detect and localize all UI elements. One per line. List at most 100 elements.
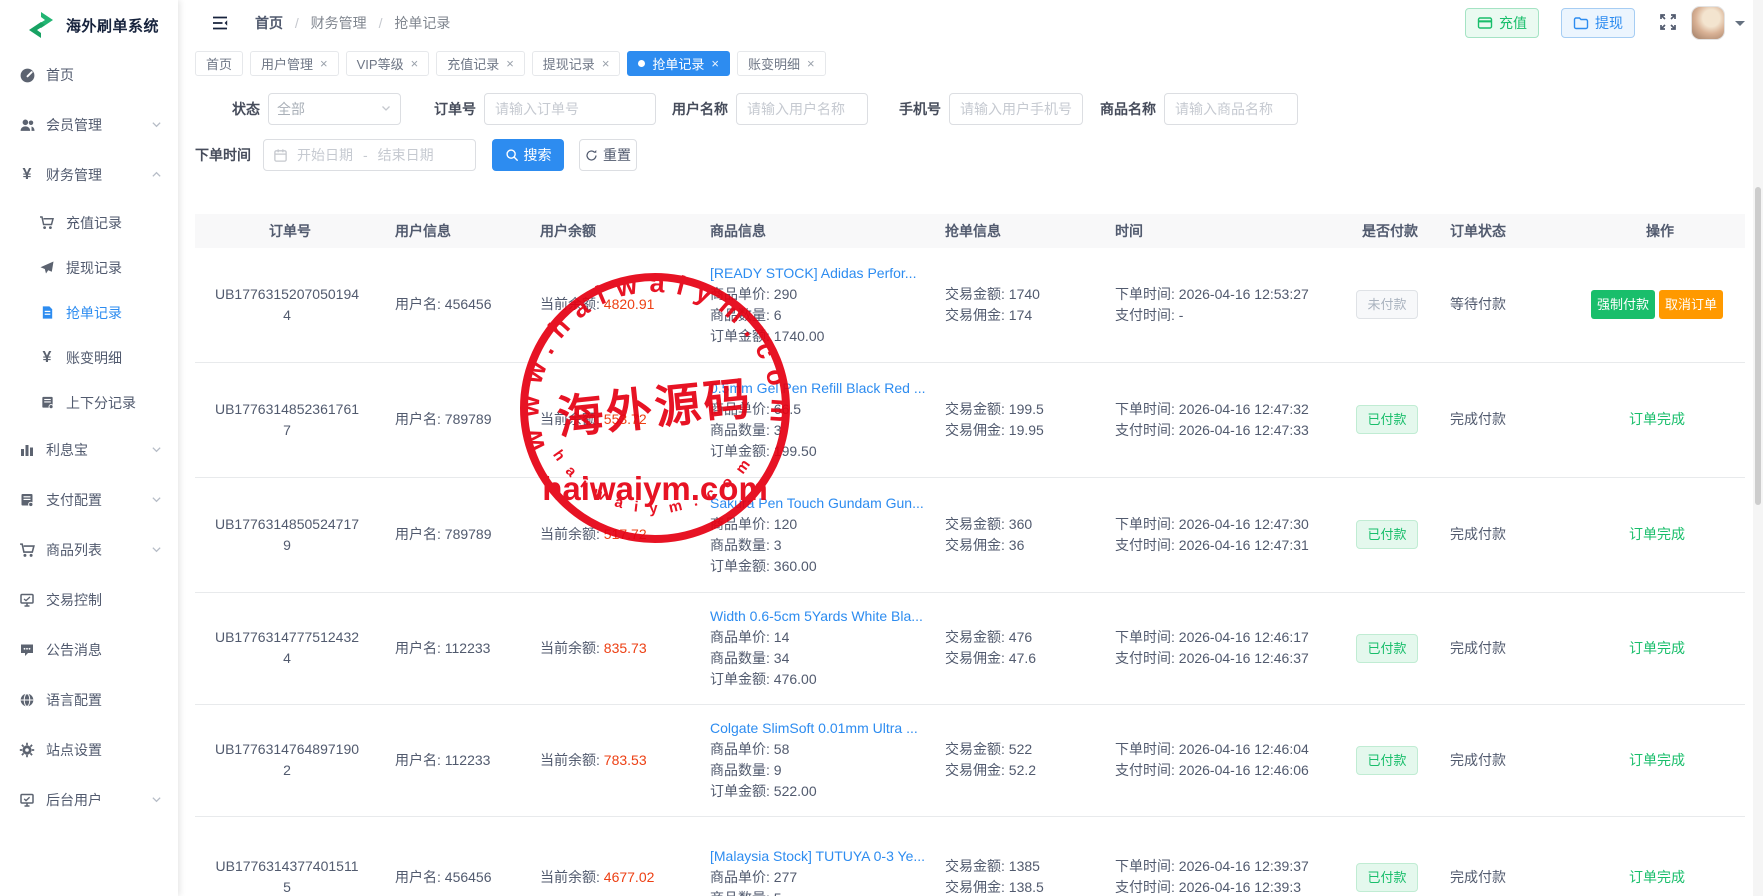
- order-amount: 订单金额: 199.50: [710, 443, 817, 459]
- close-icon[interactable]: ×: [320, 57, 328, 70]
- table-row: UB17763147775124324 用户名: 112233 当前余额: 83…: [195, 592, 1745, 704]
- sidebar-item-site-settings[interactable]: 站点设置: [0, 725, 178, 775]
- tab-label: 首页: [206, 54, 232, 73]
- sidebar-item-withdraw-records[interactable]: 提现记录: [0, 245, 178, 290]
- product-qty: 商品数量: 6: [710, 307, 782, 323]
- pay-time: 支付时间: 2026-04-16 12:47:33: [1115, 420, 1322, 441]
- sidebar-item-finance[interactable]: ¥ 财务管理: [0, 150, 178, 200]
- sidebar-item-recharge-records[interactable]: 充值记录: [0, 200, 178, 245]
- order-complete-link[interactable]: 订单完成: [1629, 526, 1685, 542]
- order-complete-link[interactable]: 订单完成: [1629, 411, 1685, 427]
- order-amount: 订单金额: 476.00: [710, 671, 817, 687]
- tab-user-management[interactable]: 用户管理×: [250, 51, 339, 76]
- close-icon[interactable]: ×: [411, 57, 419, 70]
- order-status: 完成付款: [1450, 869, 1506, 885]
- balance-value: 553.72: [604, 411, 647, 427]
- paid-badge: 已付款: [1356, 634, 1417, 663]
- product-link[interactable]: Colgate SlimSoft 0.01mm Ultra ...: [710, 718, 929, 739]
- withdraw-button[interactable]: 提现: [1561, 8, 1635, 38]
- product-qty: 商品数量: 9: [710, 762, 782, 778]
- sidebar-item-label: 账变明细: [66, 348, 122, 368]
- globe-icon: [18, 691, 36, 709]
- yen-icon: ¥: [18, 166, 36, 184]
- order-complete-link[interactable]: 订单完成: [1629, 752, 1685, 768]
- date-separator: -: [363, 147, 368, 163]
- date-range-picker[interactable]: 开始日期 - 结束日期: [263, 139, 476, 171]
- cancel-order-button[interactable]: 取消订单: [1659, 290, 1723, 319]
- sidebar-item-updown-records[interactable]: 上下分记录: [0, 380, 178, 425]
- order-no: UB17763147775124324: [212, 627, 362, 669]
- trade-amount: 交易金额: 522: [945, 741, 1032, 757]
- brand-diamond-icon: [26, 10, 56, 40]
- order-no: UB17763152070501944: [212, 284, 362, 326]
- dashboard-icon: [18, 66, 36, 84]
- sidebar-item-announcements[interactable]: 公告消息: [0, 625, 178, 675]
- monitor-icon: [18, 591, 36, 609]
- sidebar-item-trade-control[interactable]: 交易控制: [0, 575, 178, 625]
- sidebar-item-product-list[interactable]: 商品列表: [0, 525, 178, 575]
- product-price: 商品单价: 66.5: [710, 401, 801, 417]
- wallet-icon: [1573, 15, 1589, 31]
- sidebar-item-label: 商品列表: [46, 540, 102, 560]
- force-pay-button[interactable]: 强制付款: [1591, 290, 1655, 319]
- product-link[interactable]: 0.5mm Gel Pen Refill Black Red ...: [710, 378, 929, 399]
- close-icon[interactable]: ×: [807, 57, 815, 70]
- balance-label: 当前余额:: [540, 296, 600, 312]
- tab-withdraw-records[interactable]: 提现记录×: [532, 51, 621, 76]
- user-name-input[interactable]: [736, 93, 868, 125]
- product-link[interactable]: Sakura Pen Touch Gundam Gun...: [710, 493, 929, 514]
- user-info: 用户名: 456456: [395, 296, 492, 312]
- tab-balance-changes[interactable]: 账变明细×: [737, 51, 826, 76]
- trade-amount: 交易金额: 199.5: [945, 401, 1044, 417]
- sidebar-item-interest[interactable]: 利息宝: [0, 425, 178, 475]
- chevron-down-icon: [151, 117, 162, 133]
- close-icon[interactable]: ×: [711, 57, 719, 70]
- breadcrumb-section[interactable]: 财务管理: [311, 15, 367, 31]
- reset-label: 重置: [603, 145, 631, 165]
- menu-collapse-icon[interactable]: [211, 15, 229, 31]
- order-complete-link[interactable]: 订单完成: [1629, 869, 1685, 885]
- reset-button[interactable]: 重置: [579, 139, 637, 171]
- avatar-dropdown-caret[interactable]: [1735, 21, 1745, 31]
- chevron-up-icon: [151, 167, 162, 183]
- close-icon[interactable]: ×: [506, 57, 514, 70]
- recharge-button[interactable]: 充值: [1465, 8, 1539, 38]
- search-button[interactable]: 搜索: [492, 139, 564, 171]
- user-info: 用户名: 112233: [395, 752, 490, 768]
- sidebar-item-grab-records[interactable]: 抢单记录: [0, 290, 178, 335]
- product-name-input[interactable]: [1164, 93, 1298, 125]
- sidebar-item-admin-users[interactable]: 后台用户: [0, 775, 178, 825]
- breadcrumb-home[interactable]: 首页: [255, 15, 283, 31]
- chevron-down-icon: [151, 492, 162, 508]
- order-amount: 订单金额: 522.00: [710, 783, 817, 799]
- balance-label: 当前余额:: [540, 752, 600, 768]
- sidebar-item-balance-changes[interactable]: ¥ 账变明细: [0, 335, 178, 380]
- tab-bar: 首页 用户管理× VIP等级× 充值记录× 提现记录× 抢单记录× 账变明细×: [178, 46, 1763, 80]
- product-link[interactable]: Width 0.6-5cm 5Yards White Bla...: [710, 606, 929, 627]
- col-time: 时间: [1105, 214, 1340, 248]
- product-price: 商品单价: 14: [710, 629, 789, 645]
- user-name-label: 用户名称: [672, 99, 728, 119]
- product-link[interactable]: [Malaysia Stock] TUTUYA 0-3 Ye...: [710, 846, 929, 867]
- tab-vip-level[interactable]: VIP等级×: [346, 51, 430, 76]
- tab-recharge-records[interactable]: 充值记录×: [436, 51, 525, 76]
- sidebar-item-payment-config[interactable]: 支付配置: [0, 475, 178, 525]
- sidebar-item-language-config[interactable]: 语言配置: [0, 675, 178, 725]
- status-select[interactable]: 全部: [268, 93, 401, 125]
- order-complete-link[interactable]: 订单完成: [1629, 640, 1685, 656]
- phone-input[interactable]: [949, 93, 1083, 125]
- fullscreen-icon[interactable]: [1659, 13, 1677, 34]
- sidebar-item-members[interactable]: 会员管理: [0, 100, 178, 150]
- user-avatar[interactable]: [1691, 6, 1725, 40]
- balance-value: 835.73: [604, 640, 647, 656]
- scrollbar-thumb[interactable]: [1755, 187, 1761, 505]
- product-link[interactable]: [READY STOCK] Adidas Perfor...: [710, 263, 929, 284]
- order-no-input[interactable]: [484, 93, 656, 125]
- sidebar-item-label: 提现记录: [66, 258, 122, 278]
- pay-time: 支付时间: -: [1115, 305, 1322, 326]
- sidebar-item-home[interactable]: 首页: [0, 50, 178, 100]
- tab-home[interactable]: 首页: [195, 51, 243, 76]
- calendar-icon: [273, 148, 288, 163]
- tab-grab-records[interactable]: 抢单记录×: [627, 51, 730, 76]
- close-icon[interactable]: ×: [602, 57, 610, 70]
